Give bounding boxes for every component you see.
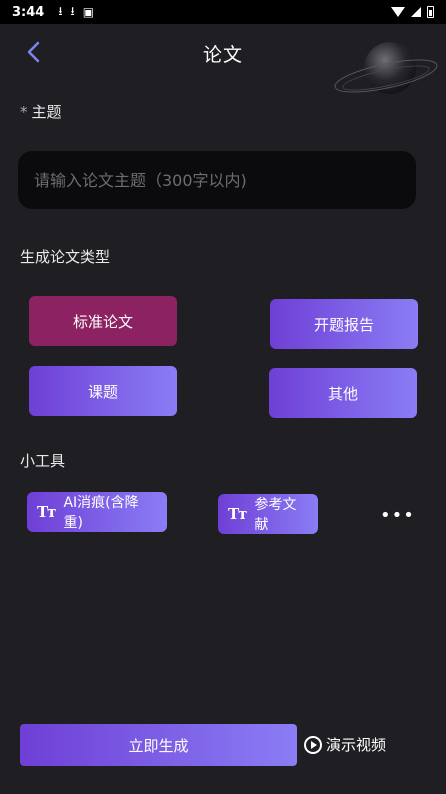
demo-video-label: 演示视频 bbox=[326, 736, 387, 754]
wifi-icon bbox=[391, 7, 405, 17]
signal-icon bbox=[411, 7, 421, 17]
download-icon: ⭳ bbox=[70, 3, 75, 18]
tool-references-button[interactable]: Tт 参考文献 bbox=[218, 494, 318, 534]
status-bar: 3:44 ⭳ ⭳ ▣ bbox=[0, 0, 446, 24]
play-icon bbox=[304, 735, 322, 754]
type-option-topic[interactable]: 课题 bbox=[29, 366, 177, 416]
type-option-proposal[interactable]: 开题报告 bbox=[270, 299, 418, 349]
tool-label: AI消痕(含降重) bbox=[63, 495, 139, 531]
battery-icon bbox=[427, 6, 434, 18]
tool-label: 参考文献 bbox=[254, 497, 297, 533]
generate-button[interactable]: 立即生成 bbox=[20, 724, 297, 766]
text-format-icon: Tт bbox=[37, 503, 56, 521]
topic-input[interactable] bbox=[18, 151, 416, 209]
demo-video-link[interactable]: 演示视频 bbox=[304, 734, 386, 755]
tools-label: 小工具 bbox=[20, 452, 66, 470]
paper-type-label: 生成论文类型 bbox=[20, 248, 111, 266]
type-option-standard[interactable]: 标准论文 bbox=[29, 296, 177, 346]
topic-label: * 主题 bbox=[20, 101, 62, 122]
more-icon[interactable]: ••• bbox=[380, 505, 415, 526]
type-option-other[interactable]: 其他 bbox=[269, 368, 417, 418]
required-mark: * bbox=[20, 103, 28, 121]
status-time: 3:44 bbox=[12, 4, 45, 20]
topic-label-text: 主题 bbox=[31, 103, 62, 121]
notification-icon: ▣ bbox=[82, 5, 95, 19]
text-format-icon: Tт bbox=[228, 505, 247, 523]
tool-ai-rewrite-button[interactable]: Tт AI消痕(含降重) bbox=[27, 492, 167, 532]
download-icon: ⭳ bbox=[58, 3, 63, 18]
planet-decoration-icon bbox=[334, 42, 438, 94]
